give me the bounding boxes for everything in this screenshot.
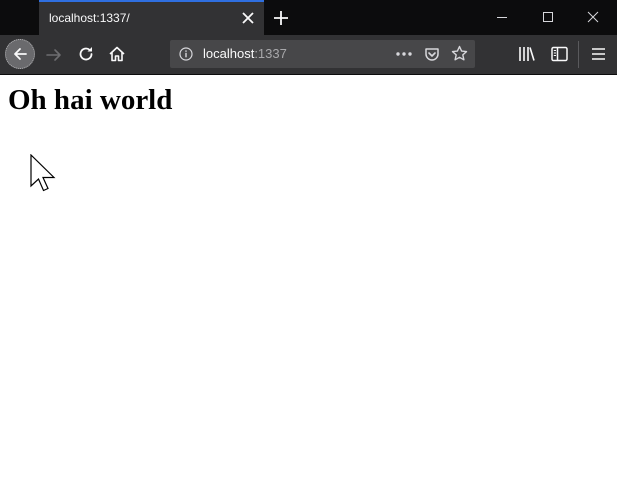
page-heading: Oh hai world [8, 84, 173, 116]
toolbar-separator [578, 41, 579, 68]
url-host: localhost [203, 46, 255, 61]
new-tab-plus-icon[interactable] [272, 9, 290, 27]
window-close-icon[interactable] [586, 10, 600, 24]
navigation-toolbar: localhost:1337 [0, 35, 617, 75]
reload-icon[interactable] [77, 45, 95, 63]
mouse-cursor-icon [30, 154, 56, 192]
browser-window: localhost:1337/ localhost:1337 Oh hai wo… [0, 0, 617, 483]
tab-strip: localhost:1337/ [0, 0, 617, 35]
home-icon[interactable] [108, 45, 126, 63]
url-text[interactable]: localhost:1337 [203, 46, 287, 61]
tab-localhost[interactable]: localhost:1337/ [39, 0, 264, 35]
maximize-icon[interactable] [541, 10, 555, 24]
back-button[interactable] [5, 39, 35, 69]
url-bar[interactable]: localhost:1337 [170, 40, 475, 68]
tab-title: localhost:1337/ [49, 11, 130, 25]
url-port: :1337 [254, 46, 287, 61]
minimize-icon[interactable] [495, 10, 509, 24]
tab-close-icon[interactable] [240, 10, 256, 26]
page-content: Oh hai world [0, 75, 617, 483]
hamburger-menu-icon[interactable] [591, 47, 606, 61]
forward-arrow-icon[interactable] [45, 46, 63, 64]
sidebar-icon[interactable] [551, 46, 568, 62]
arrow-left-icon [14, 48, 27, 60]
pocket-icon[interactable] [424, 46, 440, 62]
library-icon[interactable] [518, 46, 536, 62]
info-icon[interactable] [179, 47, 193, 61]
more-horizontal-icon[interactable] [395, 51, 413, 57]
star-icon[interactable] [451, 45, 468, 62]
